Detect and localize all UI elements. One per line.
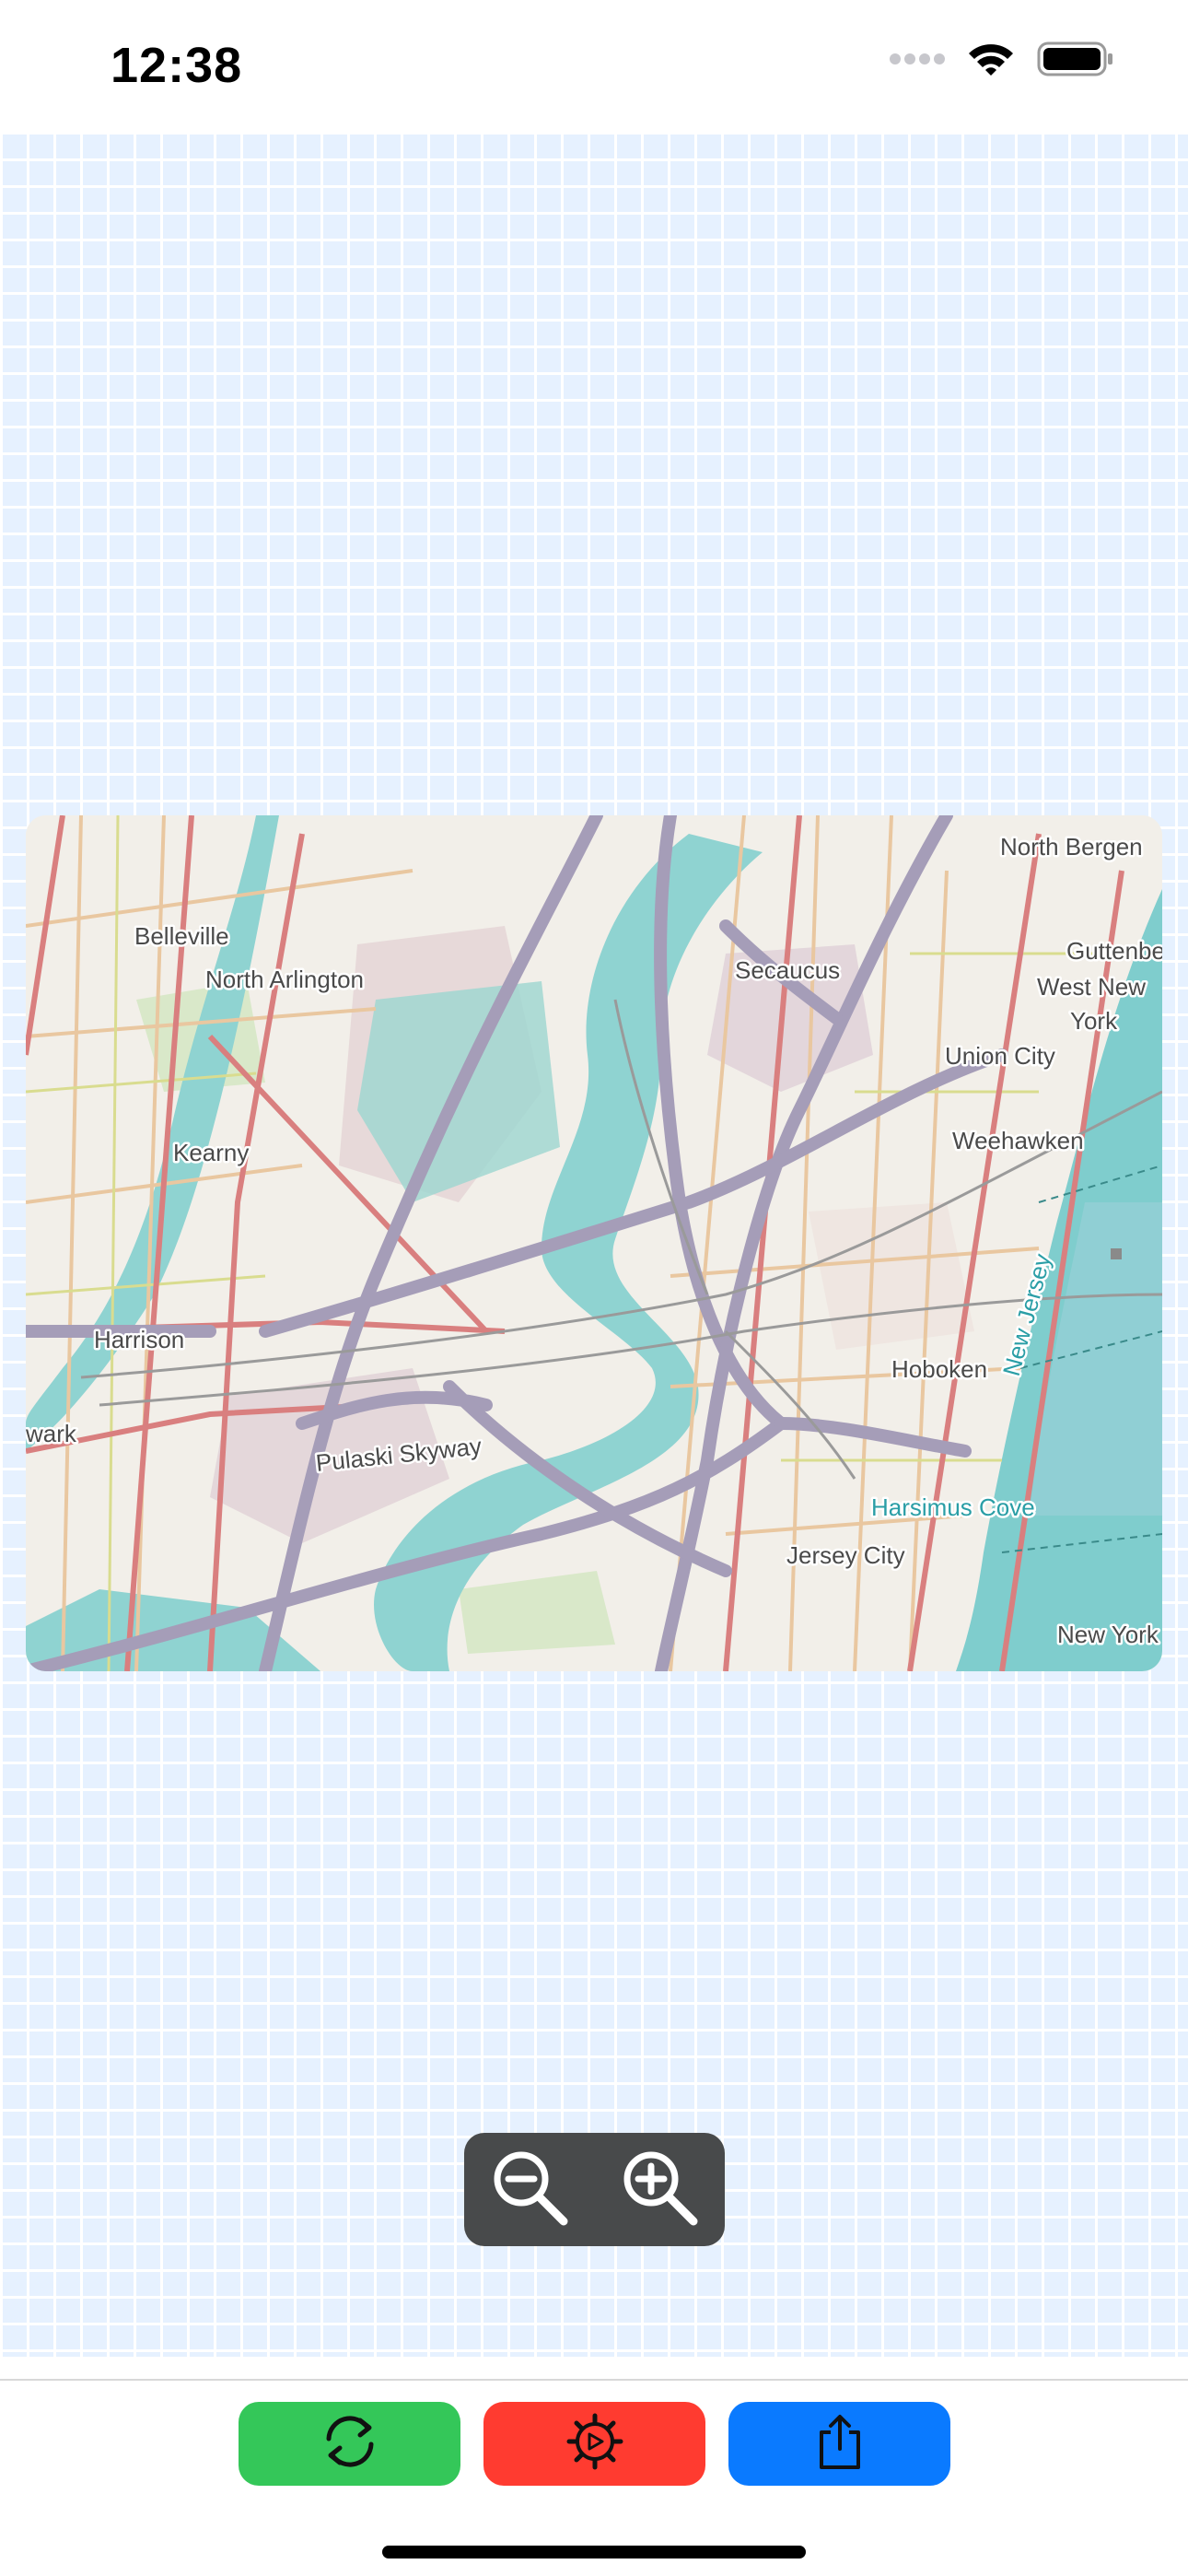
map-image: North Bergen Belleville North Arlington … bbox=[26, 815, 1162, 1671]
label-guttenberg: Guttenbe bbox=[1066, 937, 1162, 965]
battery-icon bbox=[1037, 41, 1114, 82]
status-bar: 12:38 bbox=[0, 0, 1188, 132]
label-kearny: Kearny bbox=[173, 1139, 249, 1166]
gear-icon bbox=[565, 2412, 624, 2476]
label-north-arlington: North Arlington bbox=[205, 966, 364, 993]
share-button[interactable] bbox=[728, 2402, 950, 2486]
share-icon bbox=[812, 2412, 868, 2476]
zoom-controls bbox=[464, 2133, 725, 2246]
label-west-new-york-1: West New bbox=[1037, 973, 1146, 1001]
zoom-in-button[interactable] bbox=[609, 2139, 710, 2241]
label-new-york: New York bbox=[1057, 1621, 1159, 1648]
zoom-out-icon bbox=[488, 2146, 571, 2233]
zoom-in-icon bbox=[618, 2146, 701, 2233]
label-harsimus-cove: Harsimus Cove bbox=[871, 1493, 1035, 1521]
home-indicator bbox=[382, 2546, 806, 2558]
label-weehawken: Weehawken bbox=[952, 1127, 1084, 1154]
label-belleville: Belleville bbox=[134, 922, 229, 950]
status-icons bbox=[890, 41, 1114, 82]
settings-button[interactable] bbox=[483, 2402, 705, 2486]
label-newark: wark bbox=[26, 1420, 77, 1447]
label-jersey-city: Jersey City bbox=[786, 1541, 905, 1569]
label-hoboken: Hoboken bbox=[891, 1355, 987, 1383]
status-time: 12:38 bbox=[111, 38, 243, 93]
wifi-icon bbox=[967, 41, 1015, 82]
label-west-new-york-2: York bbox=[1070, 1007, 1118, 1035]
label-harrison: Harrison bbox=[94, 1326, 184, 1353]
map-view[interactable]: North Bergen Belleville North Arlington … bbox=[26, 815, 1162, 1671]
zoom-out-button[interactable] bbox=[479, 2139, 580, 2241]
refresh-button[interactable] bbox=[239, 2402, 460, 2486]
signal-icon bbox=[890, 52, 945, 71]
label-secaucus: Secaucus bbox=[735, 956, 840, 984]
label-north-bergen: North Bergen bbox=[1000, 833, 1143, 861]
label-union-city: Union City bbox=[945, 1042, 1055, 1070]
refresh-icon bbox=[318, 2409, 382, 2478]
